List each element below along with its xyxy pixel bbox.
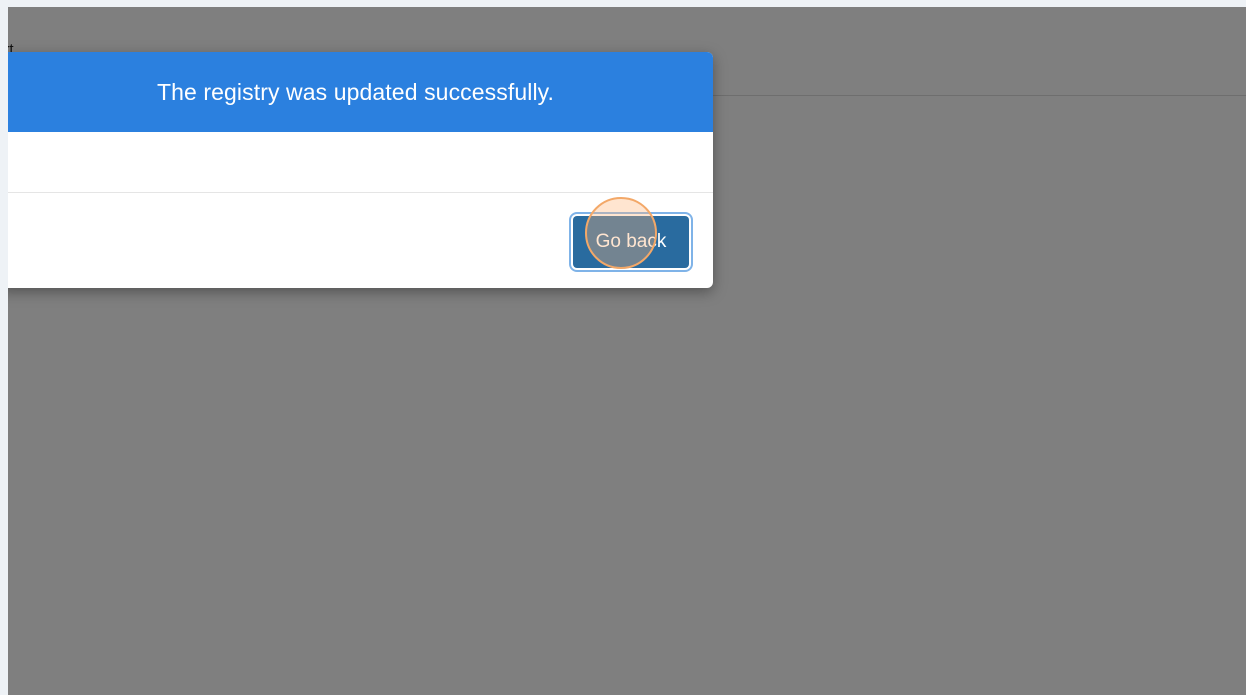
dialog-body bbox=[8, 132, 713, 193]
application-viewport: ort The registry was updated successfull… bbox=[8, 7, 1246, 695]
dialog-footer: Go back bbox=[8, 193, 713, 288]
dialog-title: The registry was updated successfully. bbox=[156, 78, 555, 105]
go-back-button[interactable]: Go back bbox=[573, 216, 689, 268]
success-dialog: The registry was updated successfully. G… bbox=[8, 52, 713, 288]
dialog-header: The registry was updated successfully. bbox=[8, 52, 713, 132]
